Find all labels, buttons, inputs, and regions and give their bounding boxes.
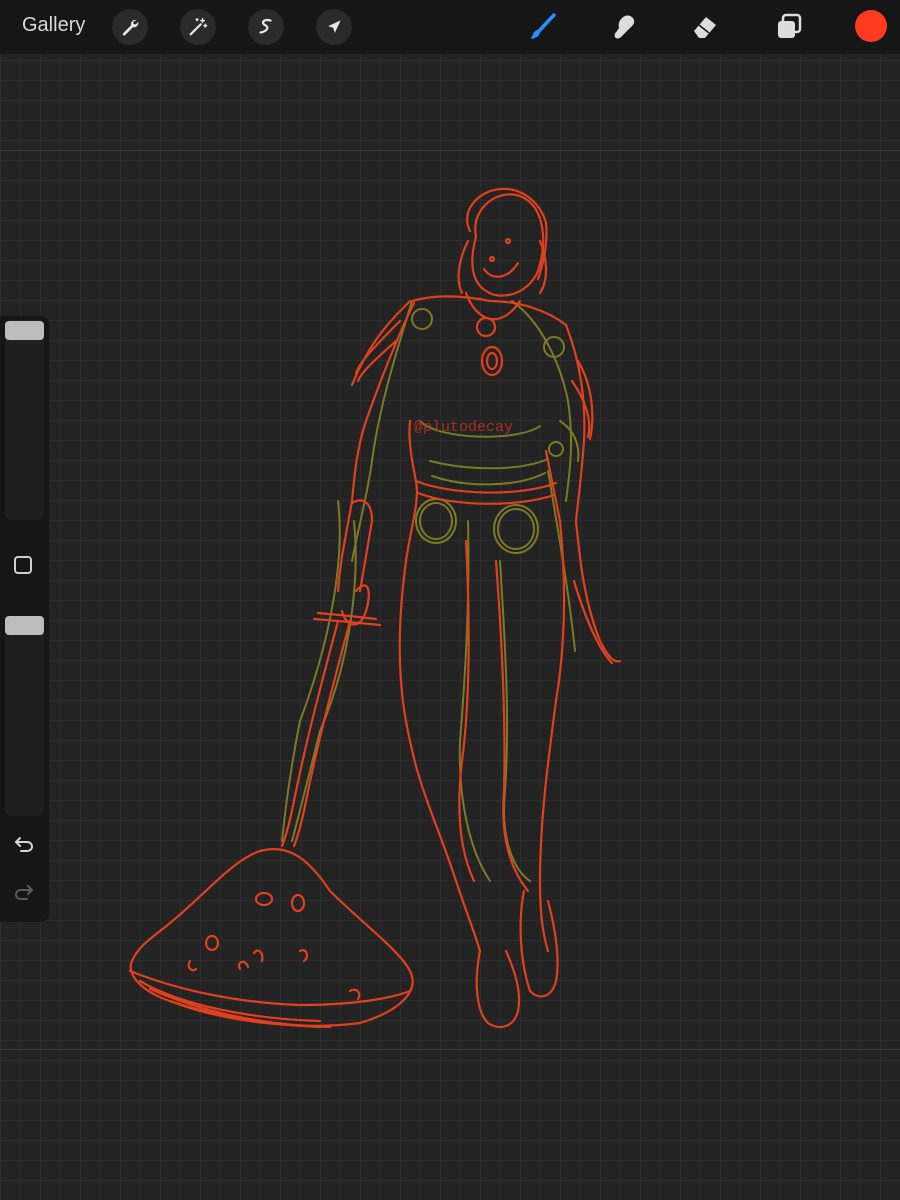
brush-tool[interactable]: [526, 10, 560, 44]
layers-button[interactable]: [772, 10, 806, 44]
modify-square-icon[interactable]: [14, 556, 32, 574]
brush-size-slider[interactable]: [5, 320, 44, 520]
eraser-tool[interactable]: [688, 10, 722, 44]
left-sidebar: [0, 316, 49, 922]
transform-arrow-icon: [328, 20, 341, 33]
magic-wand-icon: [189, 18, 208, 36]
opacity-handle[interactable]: [5, 616, 44, 635]
smudge-icon: [614, 15, 635, 39]
eraser-icon: [694, 17, 716, 38]
sketch-layer-strokes: [281, 300, 580, 882]
brush-size-handle[interactable]: [5, 321, 44, 340]
selection-button[interactable]: [248, 9, 284, 45]
wrench-icon: [122, 19, 139, 36]
ink-layer-strokes: [128, 187, 622, 1029]
smudge-tool[interactable]: [608, 10, 642, 44]
gallery-button[interactable]: Gallery: [22, 14, 85, 37]
redo-icon[interactable]: [12, 880, 36, 904]
adjustments-button[interactable]: [180, 9, 216, 45]
sketch-artwork: @plutodecay: [128, 187, 622, 1029]
top-toolbar: Gallery: [0, 0, 900, 54]
transform-button[interactable]: [316, 9, 352, 45]
drawing-canvas[interactable]: @plutodecay: [0, 150, 900, 1050]
color-picker-button[interactable]: [855, 10, 887, 42]
layers-icon: [778, 13, 802, 38]
opacity-slider[interactable]: [5, 616, 44, 816]
brush-icon: [531, 13, 556, 39]
selection-icon: [259, 19, 272, 34]
watermark-text: @plutodecay: [414, 419, 513, 436]
actions-button[interactable]: [112, 9, 148, 45]
undo-icon[interactable]: [12, 832, 36, 856]
